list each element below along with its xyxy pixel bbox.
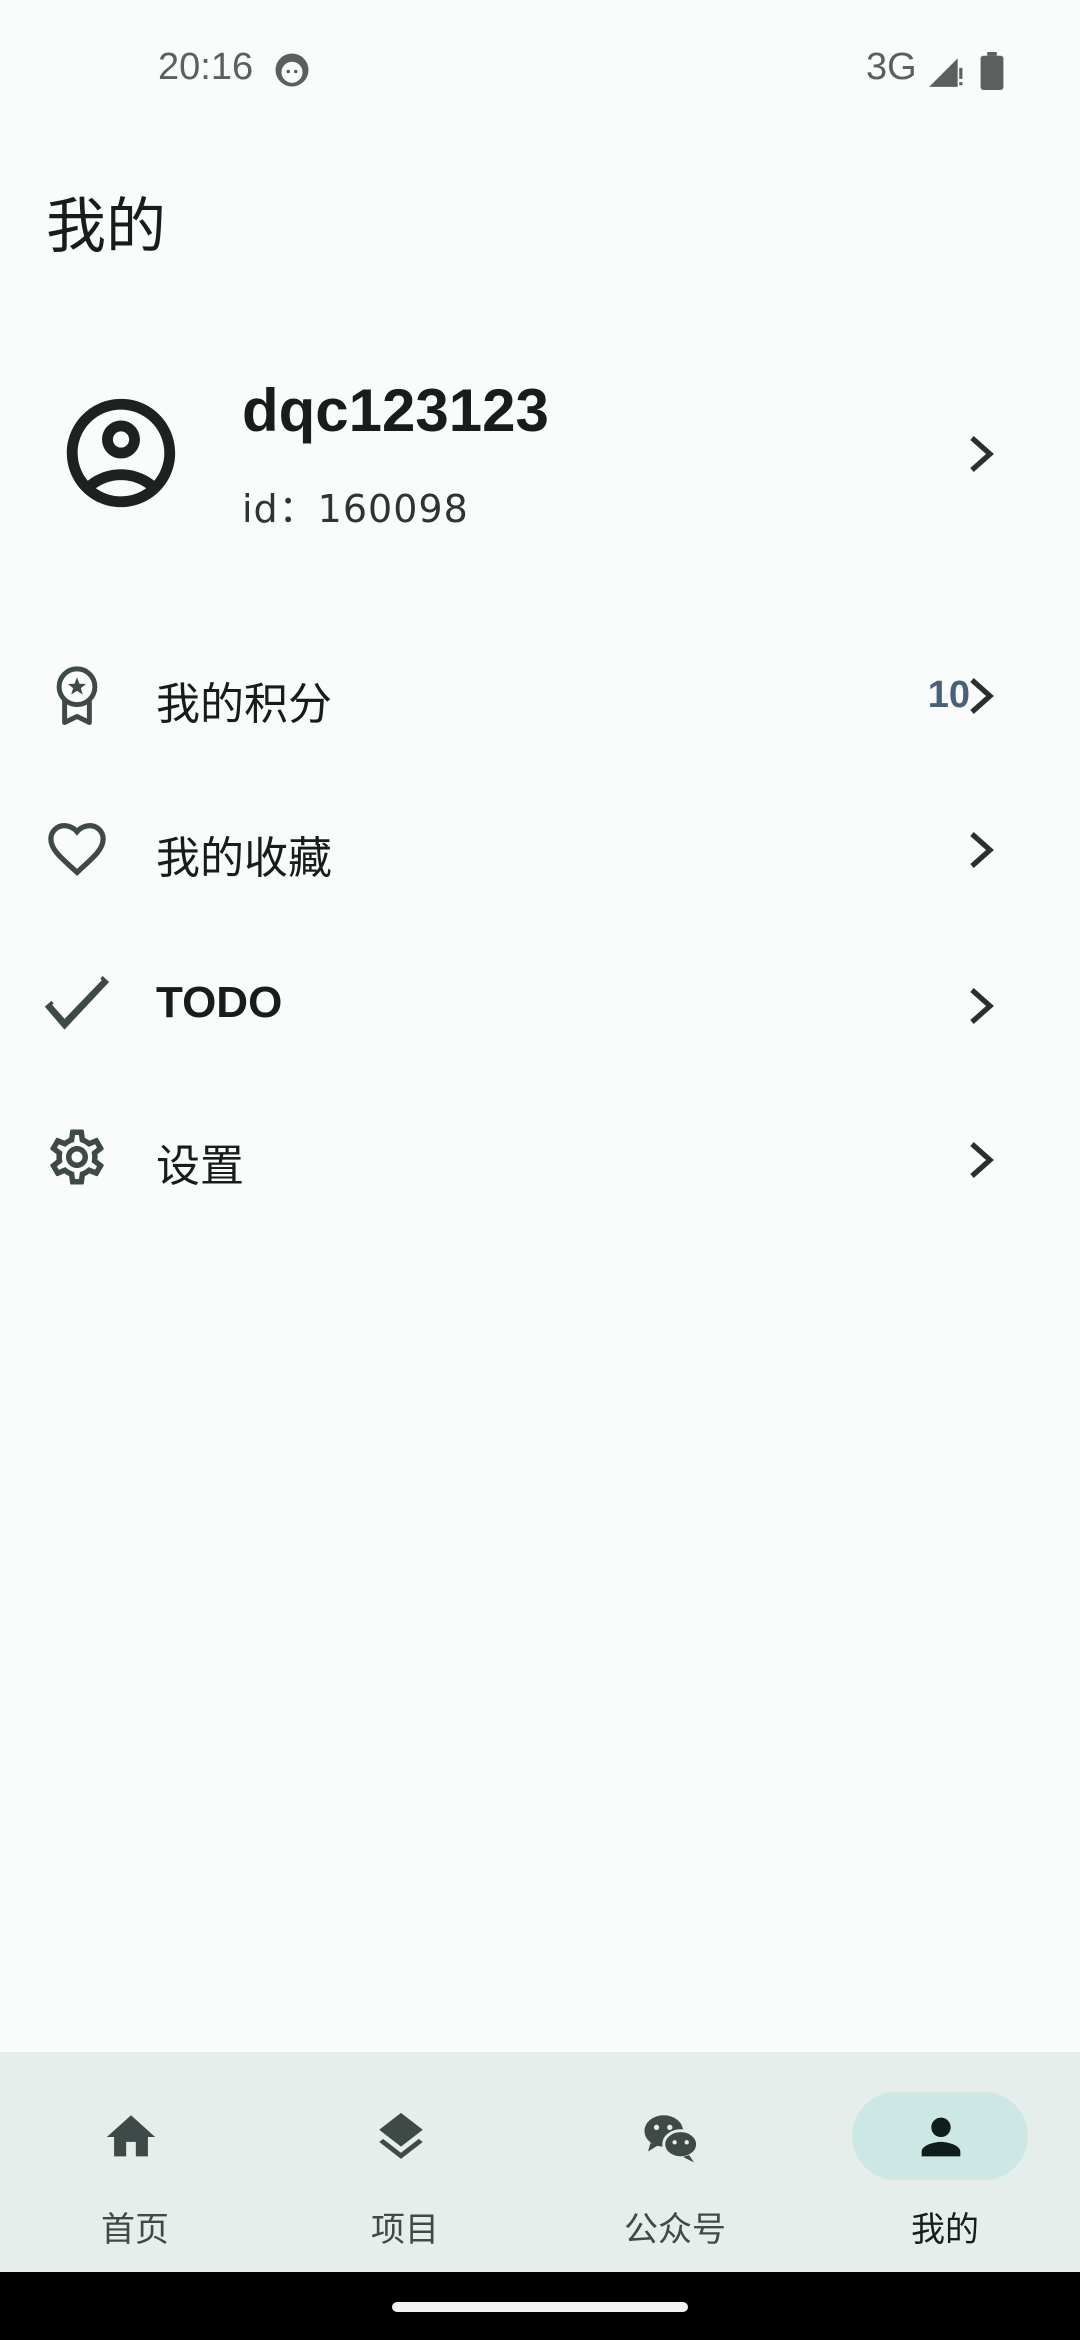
- username: dqc123123: [242, 377, 549, 444]
- nav-item-wechat[interactable]: 公众号: [540, 2052, 810, 2272]
- menu-item-favorites[interactable]: 我的收藏: [0, 776, 1080, 926]
- chevron-right-icon: [970, 1142, 994, 1178]
- account-circle-icon: [66, 398, 176, 508]
- status-bar: 20:16 3G: [0, 0, 1080, 140]
- menu-item-todo[interactable]: TODO: [0, 928, 1080, 1078]
- menu-label: 我的收藏: [156, 833, 332, 884]
- menu-item-points[interactable]: 我的积分 10: [0, 622, 1080, 772]
- points-value: 10: [927, 674, 970, 716]
- menu-item-settings[interactable]: 设置: [0, 1084, 1080, 1234]
- page-title: 我的: [46, 192, 166, 262]
- nav-label: 项目: [371, 2210, 439, 2250]
- home-icon: [106, 2115, 156, 2157]
- heart-icon: [48, 823, 106, 876]
- chevron-right-icon: [970, 436, 994, 472]
- status-time: 20:16: [158, 46, 254, 88]
- award-icon: [56, 666, 98, 725]
- gesture-handle[interactable]: [392, 2302, 688, 2312]
- chevron-right-icon: [970, 988, 994, 1024]
- person-icon: [921, 2117, 961, 2157]
- menu-label: 设置: [156, 1141, 244, 1192]
- nav-label: 我的: [911, 2210, 979, 2250]
- chevron-right-icon: [970, 678, 994, 714]
- nav-label: 首页: [101, 2210, 169, 2250]
- user-id: id：160098: [242, 487, 469, 531]
- nav-item-home[interactable]: 首页: [0, 2052, 270, 2272]
- wechat-icon: [644, 2115, 700, 2163]
- nav-item-projects[interactable]: 项目: [270, 2052, 540, 2272]
- chevron-right-icon: [970, 832, 994, 868]
- menu-label: TODO: [156, 978, 283, 1027]
- face-icon: [275, 53, 309, 87]
- gear-icon: [50, 1129, 104, 1185]
- check-icon: [44, 975, 110, 1030]
- menu-label: 我的积分: [156, 679, 332, 730]
- profile-card[interactable]: dqc123123 id：160098: [0, 350, 1080, 560]
- nav-item-mine[interactable]: 我的: [810, 2052, 1080, 2272]
- layers-icon: [379, 2112, 423, 2159]
- system-gesture-bar: [0, 2272, 1080, 2340]
- status-network: 3G: [866, 46, 917, 88]
- screen: 20:16 3G 我的 dqc123123 id：160098 我的积分 10 …: [0, 0, 1080, 2340]
- bottom-nav: 首页 项目 公众号 我的: [0, 2052, 1080, 2272]
- battery-icon: [980, 52, 1004, 90]
- nav-label: 公众号: [624, 2210, 726, 2250]
- signal-icon: [929, 58, 963, 87]
